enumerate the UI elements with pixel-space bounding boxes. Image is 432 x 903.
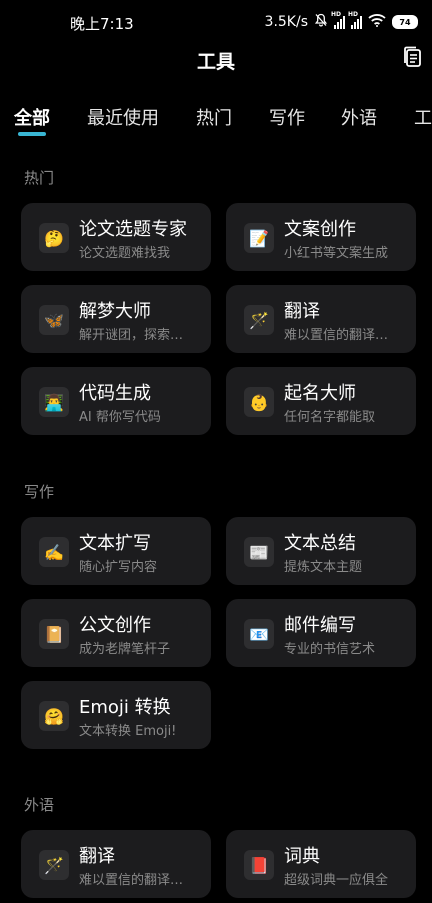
tool-card-subtitle: 专业的书信艺术 (284, 642, 376, 657)
tab-recent[interactable]: 最近使用 (87, 104, 159, 130)
tool-card-title: 文案创作 (284, 219, 356, 240)
tool-card-email-writing[interactable]: 📧 邮件编写 专业的书信艺术 (226, 599, 416, 667)
document-list-icon (404, 46, 421, 67)
hugging-face-icon: 🤗 (39, 701, 69, 731)
wifi-icon (368, 13, 386, 31)
tab-writing[interactable]: 写作 (269, 104, 305, 130)
section-title-hot: 热门 (24, 169, 55, 187)
network-speed: 3.5K/s (264, 14, 308, 30)
hd-label: HD (331, 11, 342, 18)
signal-icon: HD (348, 11, 362, 29)
tool-card-translate[interactable]: 🪄 翻译 难以置信的翻译… (226, 285, 416, 353)
tool-card-title: Emoji 转换 (79, 697, 171, 718)
tool-card-translate[interactable]: 🪄 翻译 难以置信的翻译… (21, 830, 211, 898)
tool-card-subtitle: AI 帮你写代码 (79, 410, 161, 425)
baby-icon: 👶 (244, 387, 274, 417)
history-button[interactable] (400, 44, 426, 70)
active-tab-indicator (18, 132, 46, 136)
status-time: 晚上7:13 (70, 15, 134, 33)
tool-card-dictionary[interactable]: 📕 词典 超级词典一应俱全 (226, 830, 416, 898)
mute-bell-icon (314, 13, 328, 31)
tool-card-title: 公文创作 (79, 615, 151, 636)
status-bar: 晚上7:13 3.5K/s HD HD 74 (0, 0, 432, 44)
tool-card-subtitle: 超级词典一应俱全 (284, 873, 389, 888)
tool-card-title: 邮件编写 (284, 615, 356, 636)
tool-card-title: 翻译 (284, 301, 320, 322)
page-title: 工具 (196, 51, 235, 73)
tool-card-code-generation[interactable]: 👨‍💻 代码生成 AI 帮你写代码 (21, 367, 211, 435)
tool-card-title: 文本总结 (284, 533, 356, 554)
notebook-icon: 📔 (39, 619, 69, 649)
tool-card-subtitle: 小红书等文案生成 (284, 246, 389, 261)
red-book-icon: 📕 (244, 850, 274, 880)
section-title-writing: 写作 (24, 483, 55, 501)
hd-label: HD (348, 11, 359, 18)
tool-card-subtitle: 文本转换 Emoji! (79, 724, 177, 739)
tool-card-title: 起名大师 (284, 383, 356, 404)
magic-wand-icon: 🪄 (39, 850, 69, 880)
tab-hot[interactable]: 热门 (196, 104, 232, 130)
tool-card-copywriting[interactable]: 📝 文案创作 小红书等文案生成 (226, 203, 416, 271)
tool-card-naming-master[interactable]: 👶 起名大师 任何名字都能取 (226, 367, 416, 435)
tab-foreign-language[interactable]: 外语 (341, 104, 377, 130)
tool-card-title: 代码生成 (79, 383, 151, 404)
tool-card-title: 解梦大师 (79, 301, 151, 322)
tool-card-title: 论文选题专家 (79, 219, 187, 240)
magic-wand-icon: 🪄 (244, 305, 274, 335)
tool-card-subtitle: 提炼文本主题 (284, 560, 363, 575)
tool-card-paper-topic[interactable]: 🤔 论文选题专家 论文选题难找我 (21, 203, 211, 271)
butterfly-icon: 🦋 (39, 305, 69, 335)
signal-icon: HD (331, 11, 345, 29)
status-indicators: 3.5K/s HD HD 74 (264, 11, 418, 32)
tool-card-title: 文本扩写 (79, 533, 151, 554)
tool-card-subtitle: 成为老牌笔杆子 (79, 642, 171, 657)
tool-card-text-expand[interactable]: ✍️ 文本扩写 随心扩写内容 (21, 517, 211, 585)
tool-card-title: 词典 (284, 846, 320, 867)
writing-hand-icon: ✍️ (39, 537, 69, 567)
section-title-foreign-language: 外语 (24, 796, 55, 814)
email-icon: 📧 (244, 619, 274, 649)
tool-card-subtitle: 难以置信的翻译… (284, 328, 389, 343)
tool-card-emoji-convert[interactable]: 🤗 Emoji 转换 文本转换 Emoji! (21, 681, 211, 749)
header: 工具 (0, 44, 432, 74)
battery-icon: 74 (392, 15, 418, 29)
thinking-face-icon: 🤔 (39, 223, 69, 253)
tool-card-text-summary[interactable]: 📰 文本总结 提炼文本主题 (226, 517, 416, 585)
tool-card-dream-interpreter[interactable]: 🦋 解梦大师 解开谜团，探索… (21, 285, 211, 353)
tool-card-subtitle: 任何名字都能取 (284, 410, 376, 425)
tool-card-official-document[interactable]: 📔 公文创作 成为老牌笔杆子 (21, 599, 211, 667)
tool-card-subtitle: 随心扩写内容 (79, 560, 158, 575)
tool-card-subtitle: 难以置信的翻译… (79, 873, 184, 888)
tab-more[interactable]: 工 (414, 104, 432, 130)
category-tabs: 全部 最近使用 热门 写作 外语 工 (0, 100, 432, 144)
technologist-icon: 👨‍💻 (39, 387, 69, 417)
tab-all[interactable]: 全部 (14, 104, 50, 130)
tool-card-title: 翻译 (79, 846, 115, 867)
tool-card-subtitle: 论文选题难找我 (79, 246, 171, 261)
tool-card-subtitle: 解开谜团，探索… (79, 328, 184, 343)
newspaper-icon: 📰 (244, 537, 274, 567)
memo-icon: 📝 (244, 223, 274, 253)
